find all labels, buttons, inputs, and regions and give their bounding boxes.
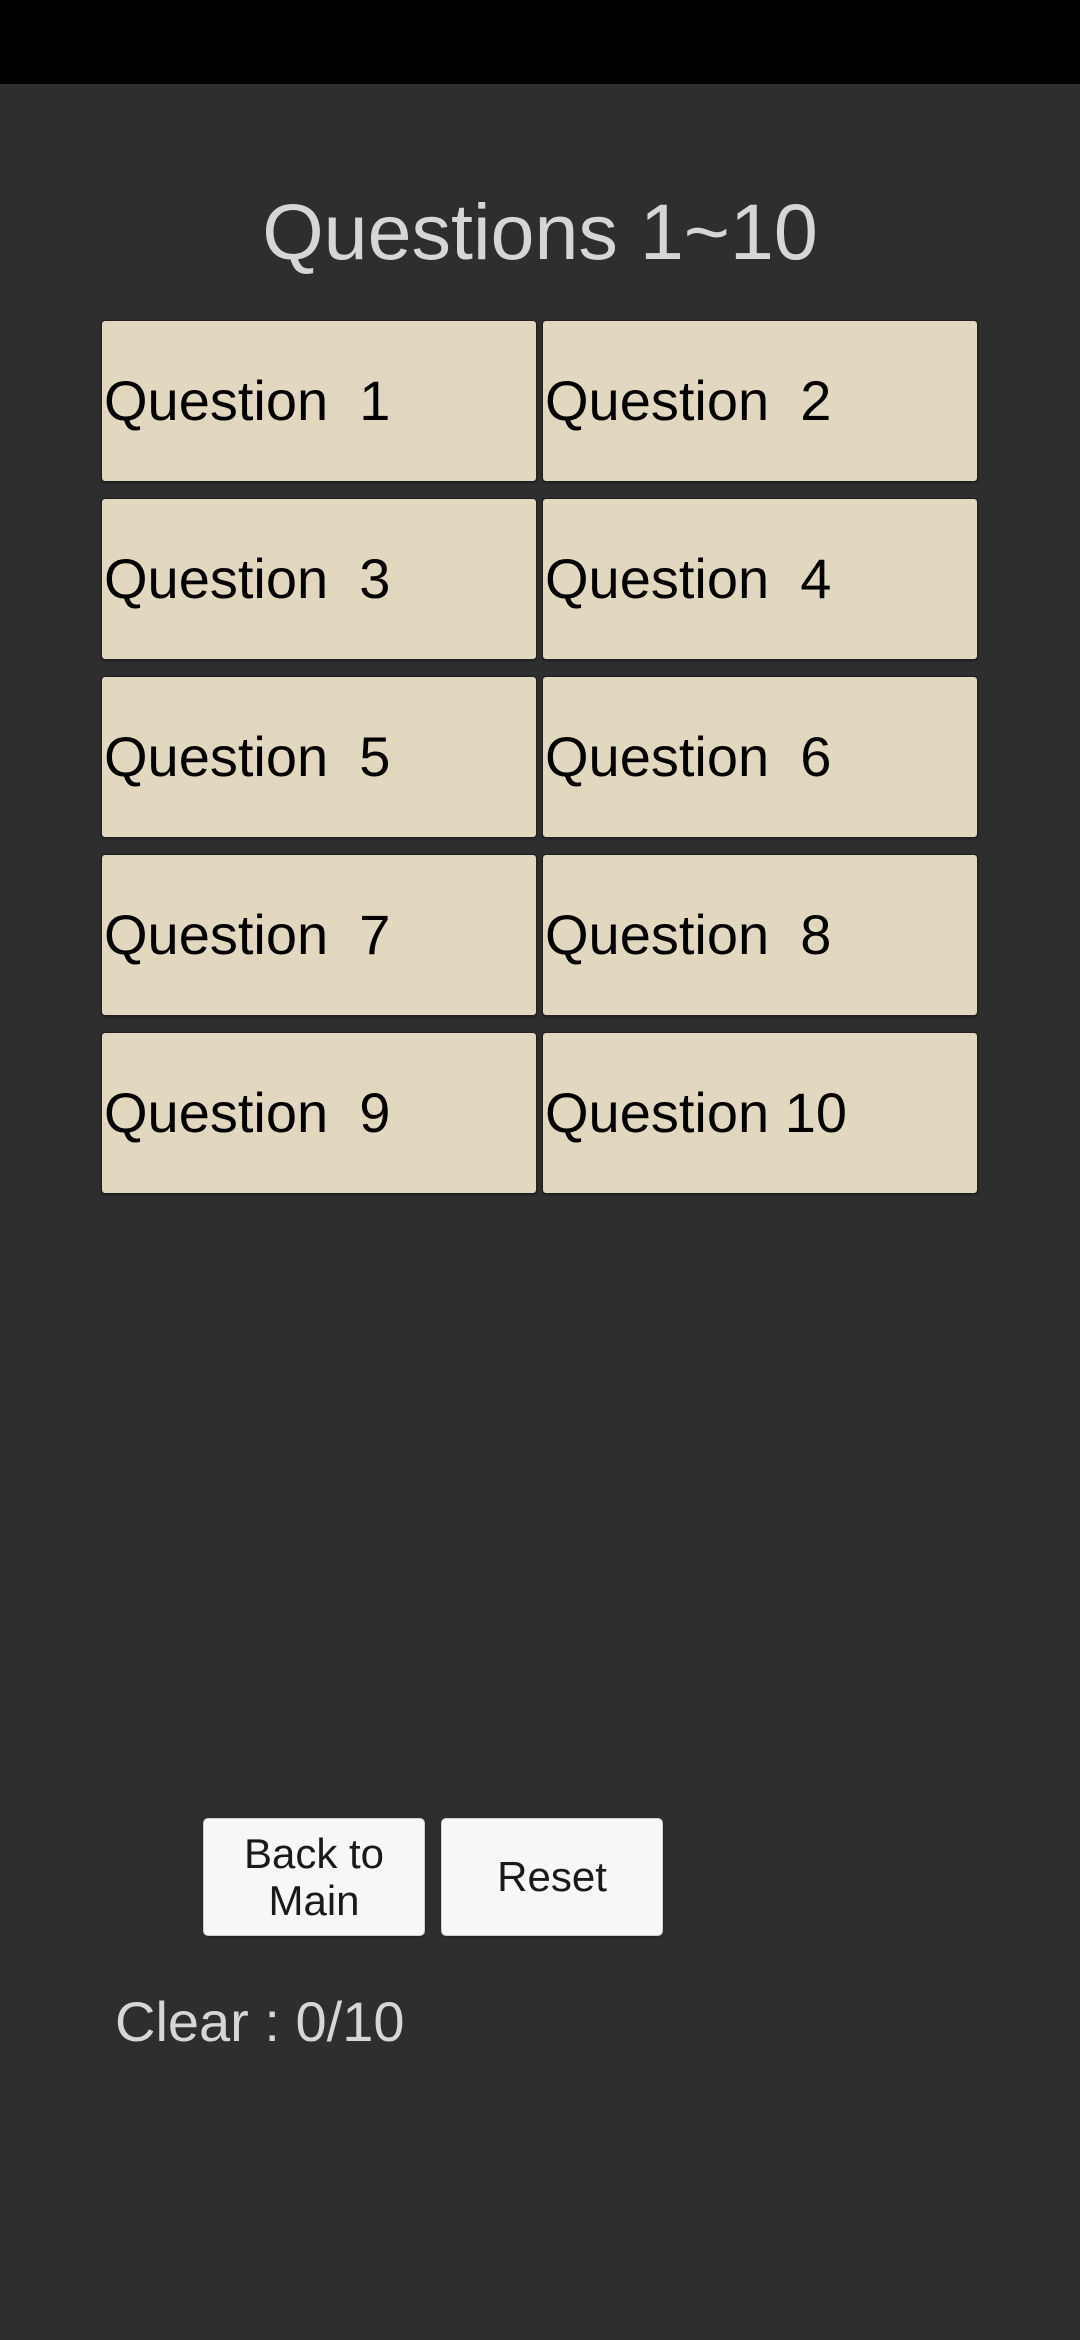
- question-button-2[interactable]: Question 2: [542, 320, 978, 482]
- app-screen: Questions 1~10 Question 1 Question 2 Que…: [0, 84, 1080, 2340]
- question-button-3[interactable]: Question 3: [101, 498, 537, 660]
- question-button-9[interactable]: Question 9: [101, 1032, 537, 1194]
- question-button-4[interactable]: Question 4: [542, 498, 978, 660]
- question-grid: Question 1 Question 2 Question 3 Questio…: [101, 320, 978, 1200]
- reset-button[interactable]: Reset: [441, 1818, 663, 1936]
- question-button-1[interactable]: Question 1: [101, 320, 537, 482]
- action-row: Back to Main Reset: [203, 1818, 879, 1936]
- page-title: Questions 1~10: [262, 187, 818, 276]
- question-button-10[interactable]: Question 10: [542, 1032, 978, 1194]
- back-to-main-button[interactable]: Back to Main: [203, 1818, 425, 1936]
- question-button-5[interactable]: Question 5: [101, 676, 537, 838]
- status-bar: [0, 0, 1080, 84]
- question-button-8[interactable]: Question 8: [542, 854, 978, 1016]
- question-button-6[interactable]: Question 6: [542, 676, 978, 838]
- clear-status: Clear : 0/10: [115, 1990, 405, 2053]
- question-button-7[interactable]: Question 7: [101, 854, 537, 1016]
